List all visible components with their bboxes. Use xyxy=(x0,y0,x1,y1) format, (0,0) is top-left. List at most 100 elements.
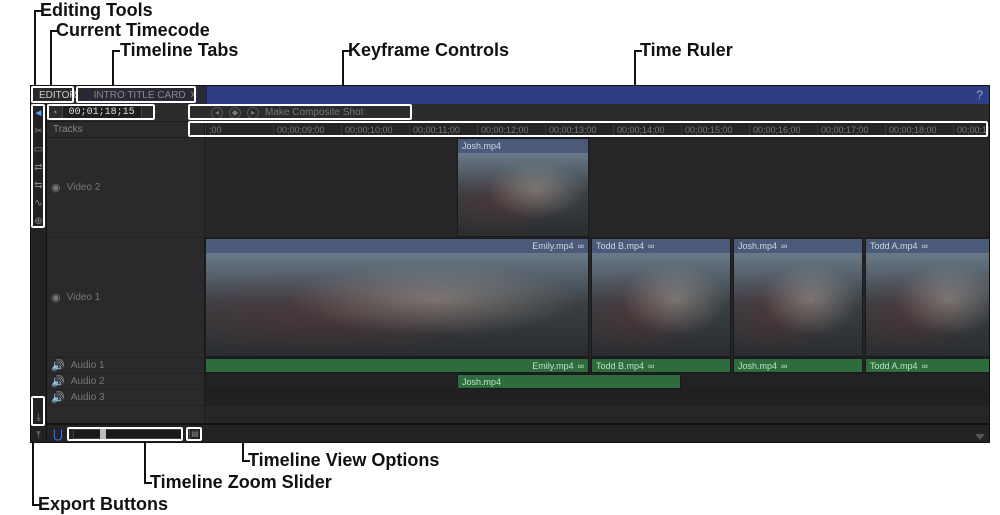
lane-video2: Josh.mp4 xyxy=(205,138,989,238)
track-label-video2[interactable]: ◉ Video 2 xyxy=(47,138,204,238)
time-ruler[interactable]: ;00 00;00;09;00 00;00;10;00 00;00;11;00 … xyxy=(205,122,989,137)
track-label-audio2[interactable]: 🔊 Audio 2 xyxy=(47,374,204,390)
ruler-tick: ;00 xyxy=(205,125,273,135)
callout-timeline-tabs: Timeline Tabs xyxy=(120,40,238,61)
clip-audio1-emily[interactable]: Emily.mp4∞ xyxy=(205,358,589,373)
clip-video1-toddb[interactable]: Todd B.mp4 ∞ xyxy=(591,238,731,357)
ruler-tick: 00;00;17;00 xyxy=(817,125,885,135)
current-timecode[interactable]: 00;01;18;15 xyxy=(62,105,142,120)
track-name: Video 1 xyxy=(67,292,101,303)
leader-line xyxy=(112,50,120,52)
clip-thumbnail xyxy=(458,153,588,236)
clip-title: Todd B.mp4 xyxy=(596,241,644,251)
callout-export-buttons: Export Buttons xyxy=(38,494,168,515)
track-label-audio3[interactable]: 🔊 Audio 3 xyxy=(47,390,204,406)
zoom-slider-thumb[interactable] xyxy=(100,429,106,441)
clip-title: Josh.mp4 xyxy=(738,361,777,371)
clip-title: Todd A.mp4 xyxy=(870,241,918,251)
timeline-editor-panel: EDITOR INTRO TITLE CARD ✕ ? ◄ ✂ ▭ ⇄ ⇆ ∿ … xyxy=(30,85,990,443)
track-labels: ◉ Video 2 ◉ Video 1 🔊 Audio 1 🔊 Audio 2 xyxy=(47,138,205,423)
export-button-2[interactable]: ⤒ xyxy=(33,430,45,442)
ruler-tick: 00;00;13;00 xyxy=(545,125,613,135)
tool-snap[interactable]: ⊕ xyxy=(33,216,45,228)
timeline-tabbar: EDITOR INTRO TITLE CARD ✕ ? xyxy=(31,86,989,104)
ruler-tick: 00;00;15;00 xyxy=(681,125,749,135)
tool-roll[interactable]: ⇆ xyxy=(33,180,45,192)
timeline-zoom-slider[interactable] xyxy=(73,429,183,439)
link-icon: ∞ xyxy=(781,241,787,251)
clip-header: Josh.mp4∞ xyxy=(734,359,862,372)
track-label-audio1[interactable]: 🔊 Audio 1 xyxy=(47,358,204,374)
ruler-tick: 00;00;10;00 xyxy=(341,125,409,135)
track-content[interactable]: Josh.mp4 Emily.mp4 ∞ xyxy=(205,138,989,423)
clip-audio1-todda[interactable]: Todd A.mp4 ∞ xyxy=(865,358,989,373)
clip-header: Todd A.mp4 ∞ xyxy=(866,359,989,372)
clip-header: Todd A.mp4 ∞ xyxy=(866,239,989,253)
clip-thumbnail xyxy=(734,253,862,356)
track-label-video1[interactable]: ◉ Video 1 xyxy=(47,238,204,358)
clip-video1-josh[interactable]: Josh.mp4 ∞ xyxy=(733,238,863,357)
lane-audio1: Emily.mp4∞ Todd B.mp4∞ Josh.mp4∞ xyxy=(205,358,989,374)
leader-line xyxy=(342,50,350,52)
link-icon: ∞ xyxy=(578,361,584,371)
clip-audio1-josh[interactable]: Josh.mp4∞ xyxy=(733,358,863,373)
clip-video2-josh[interactable]: Josh.mp4 xyxy=(457,138,589,237)
tab-editor[interactable]: EDITOR xyxy=(31,86,86,104)
tool-slice[interactable]: ✂ xyxy=(33,126,45,138)
editor-body: ◄ ✂ ▭ ⇄ ⇆ ∿ ⊕ ⤓ ⤒ ◔ 00;01;18;15 ◂ ◆ ▸ M xyxy=(31,104,989,442)
leader-line xyxy=(144,482,152,484)
link-icon: ∞ xyxy=(922,361,928,371)
tool-select[interactable]: ◄ xyxy=(33,108,45,120)
tracks-area: ◉ Video 2 ◉ Video 1 🔊 Audio 1 🔊 Audio 2 xyxy=(47,138,989,424)
track-name: Audio 2 xyxy=(71,376,105,387)
speaker-icon[interactable]: 🔊 xyxy=(51,391,65,404)
clip-header: Emily.mp4 ∞ xyxy=(206,239,588,253)
callout-zoom-slider: Timeline Zoom Slider xyxy=(150,472,332,493)
track-name: Audio 1 xyxy=(71,360,105,371)
callout-keyframe-controls: Keyframe Controls xyxy=(348,40,509,61)
tool-rate[interactable]: ∿ xyxy=(33,198,45,210)
link-icon: ∞ xyxy=(578,241,584,251)
help-icon[interactable]: ? xyxy=(976,88,983,102)
tracks-header-label: Tracks xyxy=(47,122,205,137)
export-button-1[interactable]: ⤓ xyxy=(33,412,45,424)
snap-magnet-icon[interactable]: ⋃ xyxy=(53,427,63,441)
add-keyframe-button[interactable]: ◆ xyxy=(229,107,241,119)
editor-main: ◔ 00;01;18;15 ◂ ◆ ▸ Make Composite Shot … xyxy=(47,104,989,442)
timecode-area: ◔ 00;01;18;15 xyxy=(47,105,205,120)
clip-audio2-josh[interactable]: Josh.mp4 xyxy=(457,374,681,389)
clip-title: Josh.mp4 xyxy=(738,241,777,251)
leader-line xyxy=(32,442,34,504)
speaker-icon[interactable]: 🔊 xyxy=(51,375,65,388)
clip-title: Todd A.mp4 xyxy=(870,361,918,371)
tool-slip[interactable]: ▭ xyxy=(33,144,45,156)
clip-thumbnail xyxy=(206,253,588,356)
clip-header: Josh.mp4 xyxy=(458,375,680,388)
lane-audio3 xyxy=(205,390,989,406)
clip-video1-emily[interactable]: Emily.mp4 ∞ xyxy=(205,238,589,357)
clip-header: Josh.mp4 xyxy=(458,139,588,153)
close-icon[interactable]: ✕ xyxy=(190,90,198,101)
tool-ripple[interactable]: ⇄ xyxy=(33,162,45,174)
prev-keyframe-button[interactable]: ◂ xyxy=(211,107,223,119)
clip-title: Josh.mp4 xyxy=(462,377,501,387)
lane-video1: Emily.mp4 ∞ Todd B.mp4 ∞ xyxy=(205,238,989,358)
clip-header: Todd B.mp4∞ xyxy=(592,359,730,372)
leader-line xyxy=(242,440,244,460)
link-icon: ∞ xyxy=(648,241,654,251)
timeline-view-options-button[interactable]: ▤ xyxy=(189,428,201,440)
editing-tools-column: ◄ ✂ ▭ ⇄ ⇆ ∿ ⊕ ⤓ ⤒ xyxy=(31,104,47,442)
ruler-tick: 00;00;12;00 xyxy=(477,125,545,135)
leader-line xyxy=(634,50,642,52)
clip-title: Todd B.mp4 xyxy=(596,361,644,371)
ruler-tick: 00;00;11;00 xyxy=(409,125,477,135)
tab-intro-title-card[interactable]: INTRO TITLE CARD ✕ xyxy=(86,86,207,104)
visibility-icon[interactable]: ◉ xyxy=(51,181,61,194)
next-keyframe-button[interactable]: ▸ xyxy=(247,107,259,119)
visibility-icon[interactable]: ◉ xyxy=(51,291,61,304)
clip-thumbnail xyxy=(866,253,989,356)
speaker-icon[interactable]: 🔊 xyxy=(51,359,65,372)
clip-audio1-toddb[interactable]: Todd B.mp4∞ xyxy=(591,358,731,373)
clock-icon: ◔ xyxy=(51,107,58,119)
clip-video1-todda[interactable]: Todd A.mp4 ∞ xyxy=(865,238,989,357)
